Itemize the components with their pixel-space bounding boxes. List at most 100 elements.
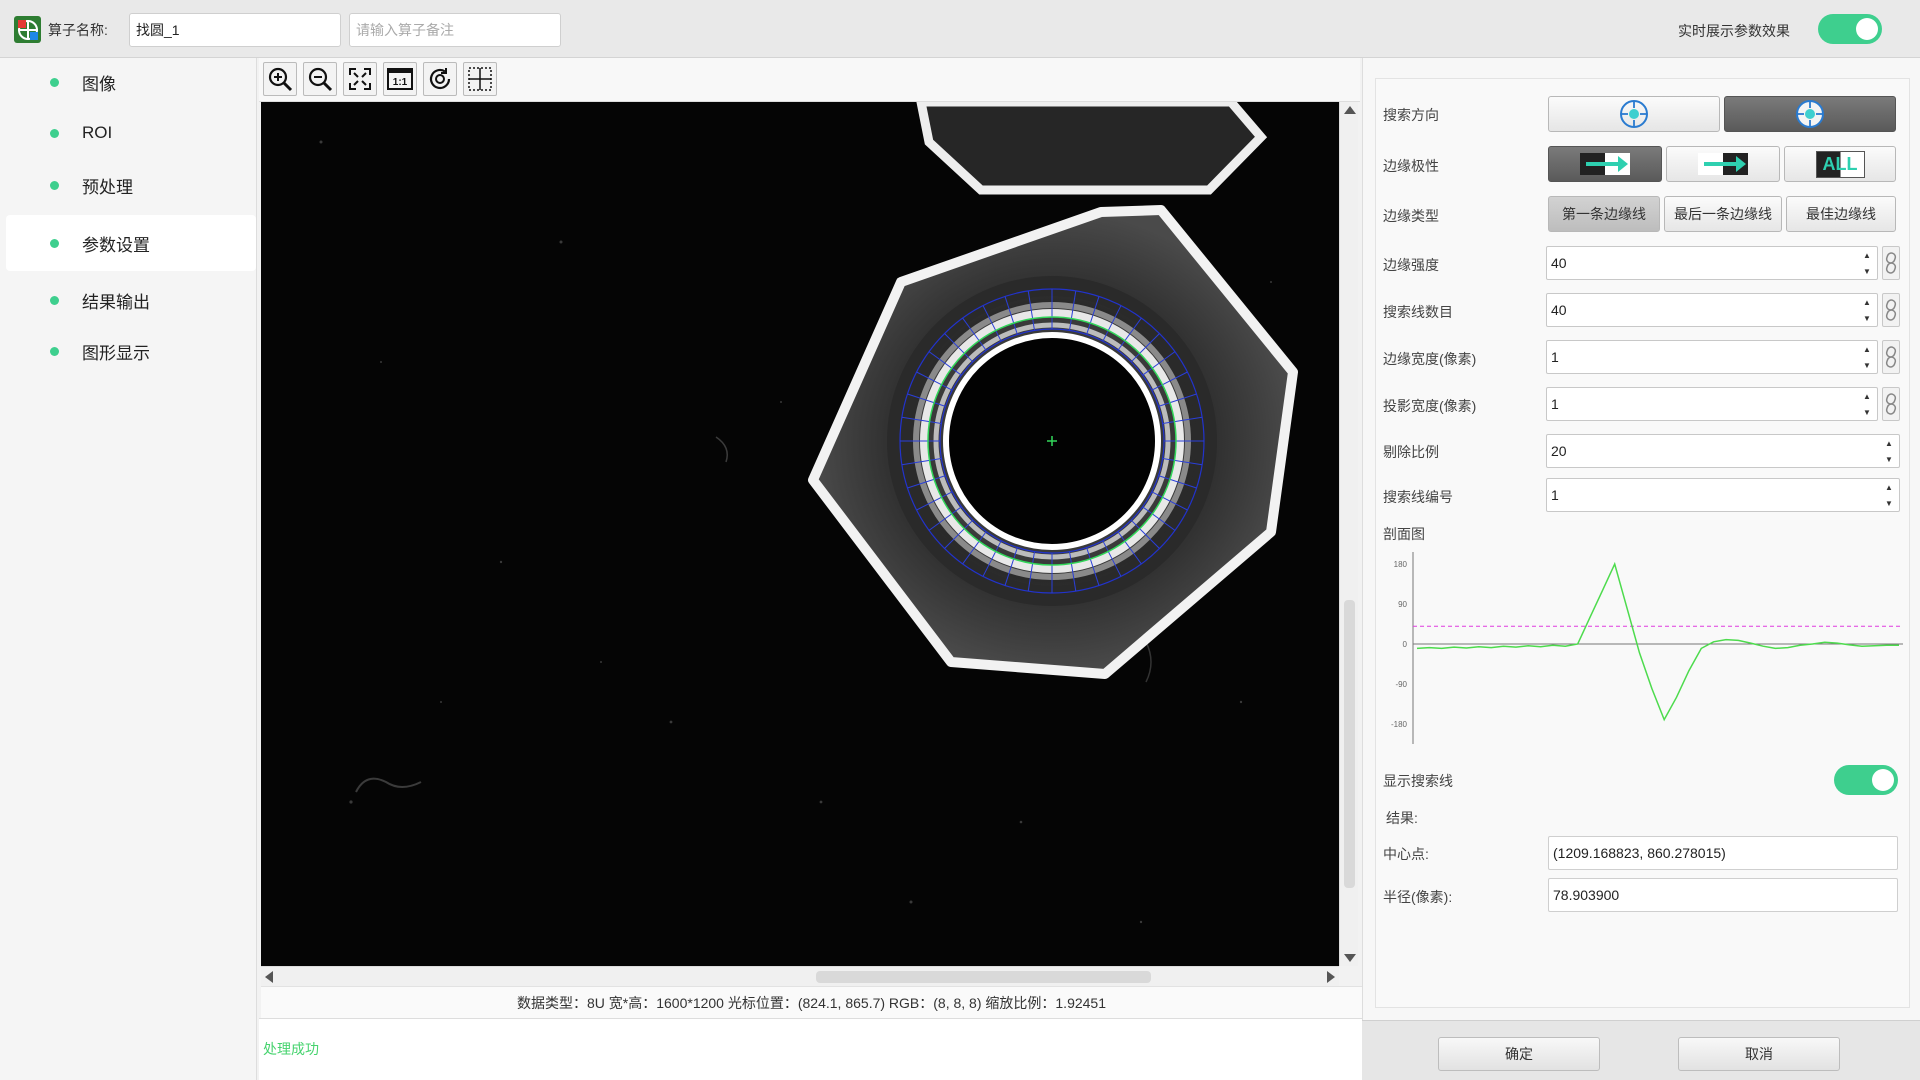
sidebar-item-label: ROI [82, 123, 113, 142]
y-tick-label: 0 [1403, 640, 1408, 649]
edge-width-link-button[interactable] [1882, 340, 1900, 374]
spin-arrows-icon[interactable]: ▲ ▼ [1857, 247, 1877, 279]
polarity-dark-to-light-button[interactable] [1548, 146, 1662, 182]
reject-ratio-value: 20 [1551, 443, 1567, 459]
reject-ratio-input[interactable]: 20 ▲ ▼ [1546, 434, 1900, 468]
operator-note-input[interactable] [349, 13, 561, 47]
spin-arrows-icon[interactable]: ▲ ▼ [1857, 388, 1877, 420]
light-to-dark-arrow-icon [1698, 153, 1748, 175]
ok-button[interactable]: 确定 [1438, 1037, 1600, 1071]
scroll-left-arrow-icon[interactable] [265, 971, 273, 983]
radius-output[interactable]: 78.903900 [1548, 878, 1898, 912]
link-chain-icon [1885, 299, 1897, 321]
projection-width-value: 1 [1551, 396, 1559, 412]
radius-label: 半径(像素): [1383, 889, 1453, 905]
sidebar-item-label: 预处理 [82, 177, 133, 197]
scroll-up-arrow-icon[interactable] [1344, 106, 1356, 114]
profile-chart-label: 剖面图 [1383, 526, 1425, 542]
sidebar: 图像 ROI 预处理 参数设置 结果输出 图形显示 [0, 58, 257, 1080]
spin-arrows-icon[interactable]: ▲ ▼ [1857, 341, 1877, 373]
sidebar-item-roi[interactable]: ROI [6, 109, 256, 157]
crosshair-grid-button[interactable] [463, 62, 497, 96]
realtime-preview-label: 实时展示参数效果 [1678, 23, 1790, 39]
result-title: 结果: [1386, 810, 1418, 826]
sidebar-item-graphics-display[interactable]: 图形显示 [6, 327, 256, 375]
edge-polarity-label: 边缘极性 [1383, 158, 1439, 174]
vertical-scroll-thumb[interactable] [1344, 600, 1355, 888]
sidebar-item-label: 结果输出 [82, 292, 150, 312]
edge-type-last-button[interactable]: 最后一条边缘线 [1664, 196, 1782, 232]
search-line-index-label: 搜索线编号 [1383, 489, 1453, 505]
search-line-count-input[interactable]: 40 ▲ ▼ [1546, 293, 1878, 327]
polarity-light-to-dark-button[interactable] [1666, 146, 1780, 182]
search-line-count-value: 40 [1551, 302, 1567, 318]
spin-arrows-icon[interactable]: ▲ ▼ [1879, 479, 1899, 511]
actual-size-text: 1:1 [392, 77, 408, 88]
app-logo-icon [14, 16, 41, 43]
polarity-all-text: ALL [1815, 150, 1865, 178]
search-line-index-input[interactable]: 1 ▲ ▼ [1546, 478, 1900, 512]
sidebar-item-preprocess[interactable]: 预处理 [6, 161, 256, 209]
link-chain-icon [1885, 346, 1897, 368]
dark-to-light-arrow-icon [1580, 153, 1630, 175]
show-search-lines-label: 显示搜索线 [1383, 773, 1453, 789]
projection-width-link-button[interactable] [1882, 387, 1900, 421]
spin-arrows-icon[interactable]: ▲ ▼ [1857, 294, 1877, 326]
zoom-in-icon [268, 67, 293, 92]
scroll-down-arrow-icon[interactable] [1344, 954, 1356, 962]
circle-inward-icon [1620, 100, 1648, 128]
link-chain-icon [1885, 252, 1897, 274]
sidebar-item-parameters[interactable]: 参数设置 [6, 215, 256, 271]
horizontal-scrollbar[interactable] [261, 966, 1339, 986]
profile-chart-svg: 180 90 0 -90 -180 [1391, 552, 1903, 744]
bullet-dot-icon [50, 77, 59, 87]
profile-series-line [1416, 561, 1899, 722]
image-viewer-canvas[interactable] [261, 102, 1339, 966]
polarity-all-button[interactable]: ALL [1784, 146, 1896, 182]
reject-ratio-label: 剔除比例 [1383, 444, 1439, 460]
dialog-footer: 确定 取消 [1362, 1020, 1920, 1080]
vertical-scrollbar[interactable] [1339, 102, 1358, 966]
realtime-preview-toggle[interactable] [1818, 14, 1882, 44]
projection-width-label: 投影宽度(像素) [1383, 398, 1477, 414]
sidebar-item-result-output[interactable]: 结果输出 [6, 276, 256, 324]
log-area: 处理成功 [259, 1018, 1362, 1080]
fit-window-button[interactable] [343, 62, 377, 96]
operator-name-input[interactable]: 找圆_1 [129, 13, 341, 47]
search-direction-inward-button[interactable] [1548, 96, 1720, 132]
profile-chart: 180 90 0 -90 -180 [1383, 548, 1903, 748]
zoom-out-button[interactable] [303, 62, 337, 96]
cancel-button[interactable]: 取消 [1678, 1037, 1840, 1071]
edge-strength-input[interactable]: 40 ▲ ▼ [1546, 246, 1878, 280]
zoom-in-button[interactable] [263, 62, 297, 96]
search-direction-outward-button[interactable] [1724, 96, 1896, 132]
bullet-dot-icon [50, 295, 59, 305]
rotate-button[interactable] [423, 62, 457, 96]
center-point-output[interactable]: (1209.168823, 860.278015) [1548, 836, 1898, 870]
sidebar-item-label: 图形显示 [82, 343, 150, 363]
image-toolbar: 1:1 [259, 58, 1360, 102]
log-message: 处理成功 [263, 1041, 319, 1057]
search-line-count-link-button[interactable] [1882, 293, 1900, 327]
sidebar-item-image[interactable]: 图像 [6, 58, 256, 106]
operator-name-label: 算子名称: [48, 22, 108, 38]
edge-type-first-button[interactable]: 第一条边缘线 [1548, 196, 1660, 232]
edge-strength-link-button[interactable] [1882, 246, 1900, 280]
edge-type-best-button[interactable]: 最佳边缘线 [1786, 196, 1896, 232]
crosshair-grid-icon [468, 67, 492, 91]
bullet-dot-icon [50, 346, 59, 356]
scroll-right-arrow-icon[interactable] [1327, 971, 1335, 983]
projection-width-input[interactable]: 1 ▲ ▼ [1546, 387, 1878, 421]
bullet-dot-icon [50, 238, 59, 248]
zoom-out-icon [308, 67, 333, 92]
toggle-knob [1856, 18, 1878, 40]
search-direction-label: 搜索方向 [1383, 107, 1439, 123]
edge-strength-label: 边缘强度 [1383, 257, 1439, 273]
edge-width-input[interactable]: 1 ▲ ▼ [1546, 340, 1878, 374]
actual-size-button[interactable]: 1:1 [383, 62, 417, 96]
link-chain-icon [1885, 393, 1897, 415]
show-search-lines-toggle[interactable] [1834, 765, 1898, 795]
horizontal-scroll-thumb[interactable] [816, 971, 1151, 983]
spin-arrows-icon[interactable]: ▲ ▼ [1879, 435, 1899, 467]
search-line-index-value: 1 [1551, 487, 1559, 503]
